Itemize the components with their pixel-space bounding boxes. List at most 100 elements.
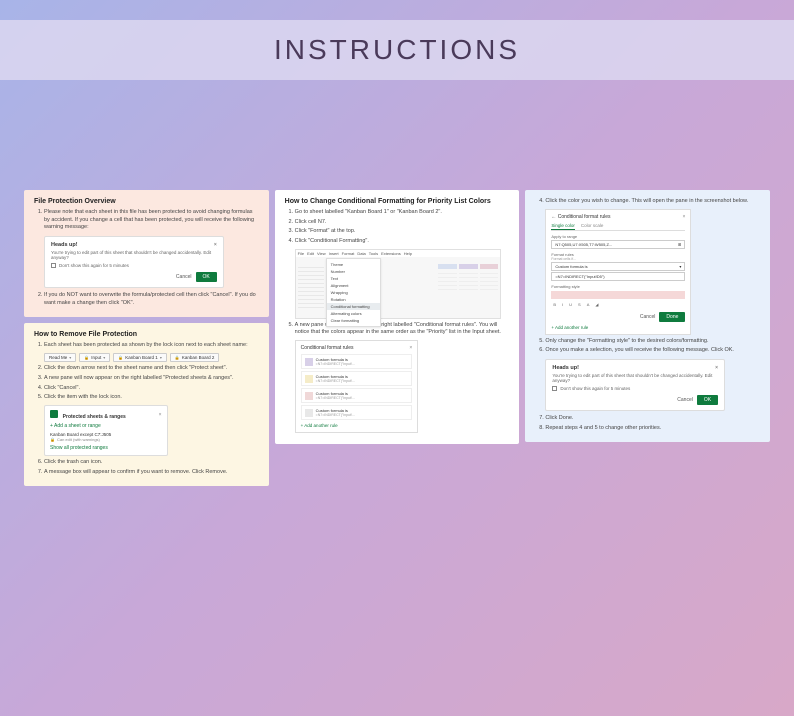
chevron-down-icon[interactable]	[69, 355, 71, 360]
menu-theme[interactable]: Theme	[327, 261, 380, 268]
cell	[298, 304, 324, 308]
color-swatch	[305, 392, 313, 400]
menu-number[interactable]: Number	[327, 268, 380, 275]
menu-alignment[interactable]: Alignment	[327, 282, 380, 289]
format-rule[interactable]: Custom formula is =N7=INDIRECT("Input!..…	[301, 405, 413, 420]
sheet-tab-kb2[interactable]: Kanban Board 2	[170, 353, 220, 362]
close-icon[interactable]: ×	[715, 365, 718, 371]
tab-single-color[interactable]: Single color	[551, 223, 575, 230]
step-text: A message box will appear to confirm if …	[44, 469, 259, 477]
checkbox[interactable]	[51, 263, 56, 268]
underline-icon[interactable]: U	[567, 301, 574, 308]
show-all-link[interactable]: Show all protected ranges	[50, 445, 162, 451]
apply-range-label: Apply to range	[551, 234, 685, 239]
select-value: Custom formula is	[555, 264, 587, 269]
fill-color-icon[interactable]: ◢	[593, 301, 600, 308]
grid-icon[interactable]: ⊞	[678, 242, 681, 247]
card-format-detail: Click the color you wish to change. This…	[525, 190, 770, 442]
menu-edit[interactable]: Edit	[307, 251, 314, 256]
heads-up-dialog: Heads up! × You're trying to edit part o…	[44, 236, 224, 288]
menu-format[interactable]: Format	[342, 251, 355, 256]
step-text: Once you make a selection, you will rece…	[545, 347, 760, 355]
color-swatch	[305, 375, 313, 383]
close-icon[interactable]: ×	[682, 214, 685, 220]
checkbox[interactable]	[552, 386, 557, 391]
dialog-body: You're trying to edit part of this sheet…	[552, 373, 718, 383]
step-text: Only change the "Formatting style" to th…	[545, 338, 760, 346]
menu-alternating[interactable]: Alternating colors	[327, 310, 380, 317]
menu-text[interactable]: Text	[327, 275, 380, 282]
column-1: File Protection Overview Please note tha…	[24, 190, 269, 486]
chevron-down-icon[interactable]	[160, 355, 162, 360]
lock-icon	[84, 355, 89, 360]
menu-view[interactable]: View	[317, 251, 326, 256]
tab-label: Input	[91, 355, 101, 360]
col-header	[459, 264, 478, 269]
lock-icon	[50, 437, 55, 442]
dialog-body: You're trying to edit part of this sheet…	[51, 250, 217, 260]
sheet-tab-kb1[interactable]: Kanban Board 1	[113, 353, 167, 362]
card-file-protection-overview: File Protection Overview Please note tha…	[24, 190, 269, 317]
ok-button[interactable]: OK	[697, 395, 718, 405]
formula-value: =N7=INDIRECT("Input!D5")	[555, 274, 604, 279]
range-input[interactable]: N7:Q505,U7:X505,T7:W505,Z... ⊞	[551, 240, 685, 249]
menu-clear[interactable]: Clear formatting	[327, 317, 380, 324]
mock-columns	[438, 264, 498, 290]
conditional-format-rules-panel: Conditional format rules × Custom formul…	[295, 340, 419, 433]
close-icon[interactable]: ×	[409, 345, 412, 351]
format-rule[interactable]: Custom formula is =N7=INDIRECT("Input!..…	[301, 354, 413, 369]
tab-label: Read Me	[49, 355, 67, 360]
menu-conditional-formatting[interactable]: Conditional formatting	[327, 303, 380, 310]
close-icon[interactable]: ×	[214, 242, 217, 248]
rule-range: =N7=INDIRECT("Input!...	[316, 413, 355, 417]
formula-input[interactable]: =N7=INDIRECT("Input!D5")	[551, 272, 685, 281]
tab-label: Kanban Board 1	[125, 355, 158, 360]
step-text: A new pane will now appear on the right …	[44, 375, 259, 383]
format-rule[interactable]: Custom formula is =N7=INDIRECT("Input!..…	[301, 371, 413, 386]
step-text: Click cell N7.	[295, 219, 510, 227]
step-text: Click the item with the lock icon.	[44, 394, 259, 402]
menu-bar: File Edit View Insert Format Data Tools …	[296, 250, 501, 257]
chevron-down-icon[interactable]	[103, 355, 105, 360]
lock-icon	[118, 355, 123, 360]
menu-tools[interactable]: Tools	[369, 251, 378, 256]
panel-title: Protected sheets & ranges	[63, 414, 126, 420]
step-text: Click Done.	[545, 415, 760, 423]
cancel-button[interactable]: Cancel	[176, 274, 192, 280]
step-text: Repeat steps 4 and 5 to change other pri…	[545, 425, 760, 433]
menu-rotation[interactable]: Rotation	[327, 296, 380, 303]
bold-icon[interactable]: B	[551, 301, 558, 308]
cell	[438, 286, 457, 290]
cancel-button[interactable]: Cancel	[640, 314, 656, 320]
add-rule-link[interactable]: + Add another rule	[301, 423, 413, 428]
format-rule[interactable]: Custom formula is =N7=INDIRECT("Input!..…	[301, 388, 413, 403]
format-cells-if-label: Format cells if...	[551, 257, 685, 261]
column-3: Click the color you wish to change. This…	[525, 190, 770, 486]
done-button[interactable]: Done	[659, 312, 685, 322]
formula-type-select[interactable]: Custom formula is ▾	[551, 262, 685, 271]
menu-extensions[interactable]: Extensions	[381, 251, 401, 256]
add-sheet-range-link[interactable]: + Add a sheet or range	[50, 423, 162, 429]
sheet-tab-readme[interactable]: Read Me	[44, 353, 76, 362]
protected-sub: Can edit (with warnings)	[57, 437, 100, 442]
menu-file[interactable]: File	[298, 251, 304, 256]
menu-help[interactable]: Help	[404, 251, 412, 256]
menu-wrapping[interactable]: Wrapping	[327, 289, 380, 296]
add-rule-link[interactable]: + Add another rule	[551, 325, 685, 330]
text-color-icon[interactable]: A	[585, 301, 592, 308]
title-bar: INSTRUCTIONS	[0, 20, 794, 80]
italic-icon[interactable]: I	[560, 301, 565, 308]
panel-title: Conditional format rules	[301, 345, 354, 351]
sheet-tab-input[interactable]: Input	[79, 353, 110, 362]
strike-icon[interactable]: S	[576, 301, 583, 308]
cancel-button[interactable]: Cancel	[677, 397, 693, 403]
menu-insert[interactable]: Insert	[329, 251, 339, 256]
ok-button[interactable]: OK	[196, 272, 217, 282]
col-header	[480, 264, 499, 269]
style-toolbar: B I U S A ◢	[551, 301, 685, 308]
card-title: File Protection Overview	[34, 198, 259, 205]
close-icon[interactable]: ×	[159, 412, 162, 418]
column-2: How to Change Conditional Formatting for…	[275, 190, 520, 486]
menu-data[interactable]: Data	[357, 251, 365, 256]
tab-color-scale[interactable]: Color scale	[581, 223, 604, 230]
